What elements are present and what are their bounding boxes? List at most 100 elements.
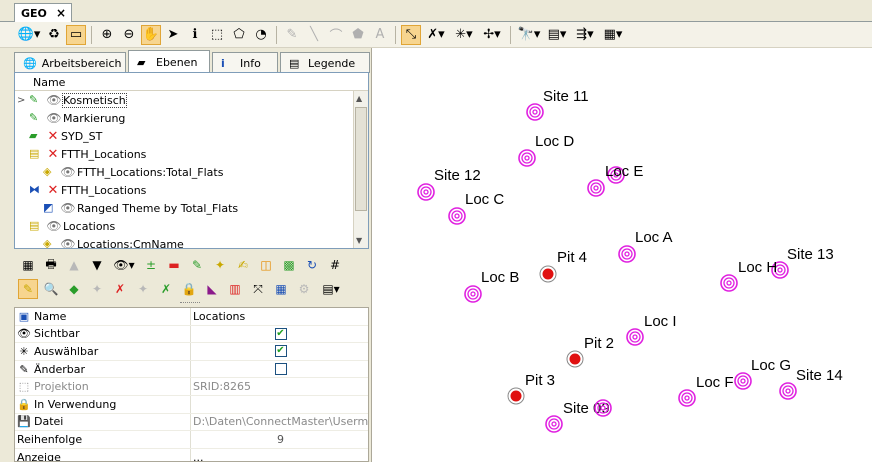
lock-icon[interactable]: 🔒	[179, 279, 199, 299]
visibility-eye-icon[interactable]: 👁	[45, 93, 63, 107]
property-row[interactable]: Anzeige ...	[15, 448, 368, 461]
tab-arbeitsbereich[interactable]: 🌐 Arbeitsbereich	[14, 52, 126, 73]
visibility-eye-icon[interactable]: 👁▾	[110, 255, 138, 275]
theme-icon[interactable]: ▦▾	[600, 25, 626, 45]
disabled-tool-icon[interactable]: ✦	[133, 279, 153, 299]
pit-marker[interactable]	[539, 265, 557, 283]
layer-row[interactable]: ✎ 👁 Markierung	[15, 109, 368, 127]
transform-icon[interactable]: ⤧	[248, 279, 268, 299]
clear-selection-icon[interactable]: ✗	[110, 279, 130, 299]
text-draw-icon[interactable]: A	[370, 25, 390, 45]
layer-list-scrollbar[interactable]: ▲ ▼	[353, 91, 368, 248]
pan-hand-icon[interactable]: ✋	[141, 24, 161, 45]
close-tab-icon[interactable]: ×	[56, 6, 66, 20]
layer-style-icon[interactable]: ▤▾	[544, 25, 570, 45]
scroll-up-icon[interactable]: ▲	[356, 94, 362, 103]
location-marker[interactable]	[448, 207, 466, 225]
map-svg[interactable]: Site 11 Loc D Loc E Site 12 Loc C Loc A Pit 4 S…	[373, 48, 872, 462]
grid-theme-icon[interactable]: ▦	[271, 279, 291, 299]
pit-marker[interactable]	[507, 387, 525, 405]
zoom-in-icon[interactable]: ⊕	[97, 25, 117, 45]
tab-geo[interactable]: GEO ×	[14, 3, 72, 23]
layer-row[interactable]: ▤ 👁 Locations	[15, 217, 368, 235]
layer-row[interactable]: ◈ 👁 Locations:CmName	[15, 235, 368, 248]
location-marker[interactable]	[626, 328, 644, 346]
location-marker[interactable]	[417, 183, 435, 201]
location-marker[interactable]	[720, 274, 738, 292]
zoom-out-icon[interactable]: ⊖	[119, 25, 139, 45]
hidden-cross-icon[interactable]: ✕	[45, 183, 61, 198]
new-layer-icon[interactable]: ✎	[187, 255, 207, 275]
zoom-layer-icon[interactable]: 🔍	[41, 279, 61, 299]
map-canvas[interactable]: Site 11 Loc D Loc E Site 12 Loc C Loc A Pit 4 S…	[373, 48, 872, 462]
visibility-eye-icon[interactable]: 👁	[59, 201, 77, 215]
disabled-tool-icon[interactable]: ⚙	[294, 279, 314, 299]
move-node-icon[interactable]: ✢▾	[479, 25, 505, 45]
map-view-icon[interactable]: ▩	[279, 255, 299, 275]
scrollbar-thumb[interactable]	[355, 107, 367, 211]
move-up-icon[interactable]: ▲	[64, 255, 84, 275]
reload-icon[interactable]: ↻	[302, 255, 322, 275]
property-row[interactable]: ✎ Änderbar	[15, 360, 368, 379]
polygon-select-icon[interactable]: ⬠	[229, 25, 249, 45]
remove-layer-icon[interactable]: ▬	[164, 255, 184, 275]
property-row[interactable]: ⬚ Projektion SRID:8265	[15, 378, 368, 396]
tab-info[interactable]: i Info	[212, 52, 278, 73]
property-row[interactable]: ✳ Auswählbar ✔	[15, 343, 368, 361]
location-marker[interactable]	[545, 415, 563, 433]
layer-row[interactable]: ◩ 👁 Ranged Theme by Total_Flats	[15, 199, 368, 217]
tab-ebenen[interactable]: ▰ Ebenen	[128, 50, 210, 73]
pit-marker[interactable]	[566, 350, 584, 368]
ranged-theme-tool-icon[interactable]: ◣	[202, 279, 222, 299]
hidden-cross-icon[interactable]: ✕	[45, 147, 61, 162]
select-arrow-icon[interactable]: ➤	[163, 25, 183, 45]
route-icon[interactable]: ⇶▾	[572, 25, 598, 45]
layer-row[interactable]: ▰ ✕ SYD_ST	[15, 127, 368, 145]
graph-theme-icon[interactable]: ▥	[225, 279, 245, 299]
hidden-cross-icon[interactable]: ✕	[45, 129, 61, 144]
table-view-icon[interactable]: ▤▾	[317, 279, 345, 299]
location-marker[interactable]	[587, 179, 605, 197]
line-draw-icon[interactable]: ╲	[304, 25, 324, 45]
add-layer-icon[interactable]: 🖶	[41, 255, 61, 275]
rectangle-select-icon[interactable]: ⬚	[207, 25, 227, 45]
layer-row[interactable]: ⧓ ✕ FTTH_Locations	[15, 181, 368, 199]
property-row[interactable]: 💾 Datei D:\Daten\ConnectMaster\Userm...	[15, 413, 368, 432]
location-marker[interactable]	[734, 372, 752, 390]
location-marker[interactable]	[464, 285, 482, 303]
property-row[interactable]: ▣ Name Locations	[15, 308, 368, 326]
theme-wizard-icon[interactable]: ◫	[256, 255, 276, 275]
snap-icon[interactable]: ⤡	[401, 24, 421, 45]
property-row[interactable]: 👁 Sichtbar ✔	[15, 325, 368, 344]
view-entire-icon[interactable]: ▭	[66, 24, 86, 45]
label-tool-icon[interactable]: ✎	[18, 279, 38, 299]
tab-legende[interactable]: ▤ Legende	[280, 52, 370, 73]
visibility-eye-icon[interactable]: 👁	[59, 237, 77, 248]
polygon-draw-icon[interactable]: ⬟	[348, 25, 368, 45]
layer-row[interactable]: ▤ ✕ FTTH_Locations	[15, 145, 368, 163]
style-icon[interactable]: ◆	[64, 279, 84, 299]
layer-row[interactable]: ◈ 👁 FTTH_Locations:Total_Flats	[15, 163, 368, 181]
location-marker[interactable]	[779, 382, 797, 400]
info-tool-icon[interactable]: ℹ	[185, 25, 205, 45]
location-marker[interactable]	[594, 399, 612, 417]
property-value[interactable]: ...	[191, 449, 368, 461]
layer-row[interactable]: > ✎ 👁 Kosmetisch	[15, 91, 368, 109]
hash-icon[interactable]: #	[325, 255, 345, 275]
add-node-icon[interactable]: ✳▾	[451, 25, 477, 45]
auswaehlbar-checkbox[interactable]: ✔	[274, 345, 287, 358]
add-plus-icon[interactable]: ±	[141, 255, 161, 275]
edit-labels-icon[interactable]: ✍	[233, 255, 253, 275]
visibility-eye-icon[interactable]: 👁	[45, 219, 63, 233]
refresh-icon[interactable]: ♻	[44, 25, 64, 45]
location-marker[interactable]	[526, 103, 544, 121]
layer-list-header[interactable]: Name	[15, 73, 368, 91]
delete-node-icon[interactable]: ✗▾	[423, 25, 449, 45]
splitter-grip[interactable]	[180, 302, 200, 306]
property-row[interactable]: 🔒 In Verwendung	[15, 395, 368, 414]
aenderbar-checkbox[interactable]	[274, 363, 287, 376]
scroll-down-icon[interactable]: ▼	[356, 236, 362, 245]
visibility-eye-icon[interactable]: 👁	[59, 165, 77, 179]
move-down-icon[interactable]: ▼	[87, 255, 107, 275]
property-row[interactable]: Reihenfolge 9	[15, 431, 368, 449]
